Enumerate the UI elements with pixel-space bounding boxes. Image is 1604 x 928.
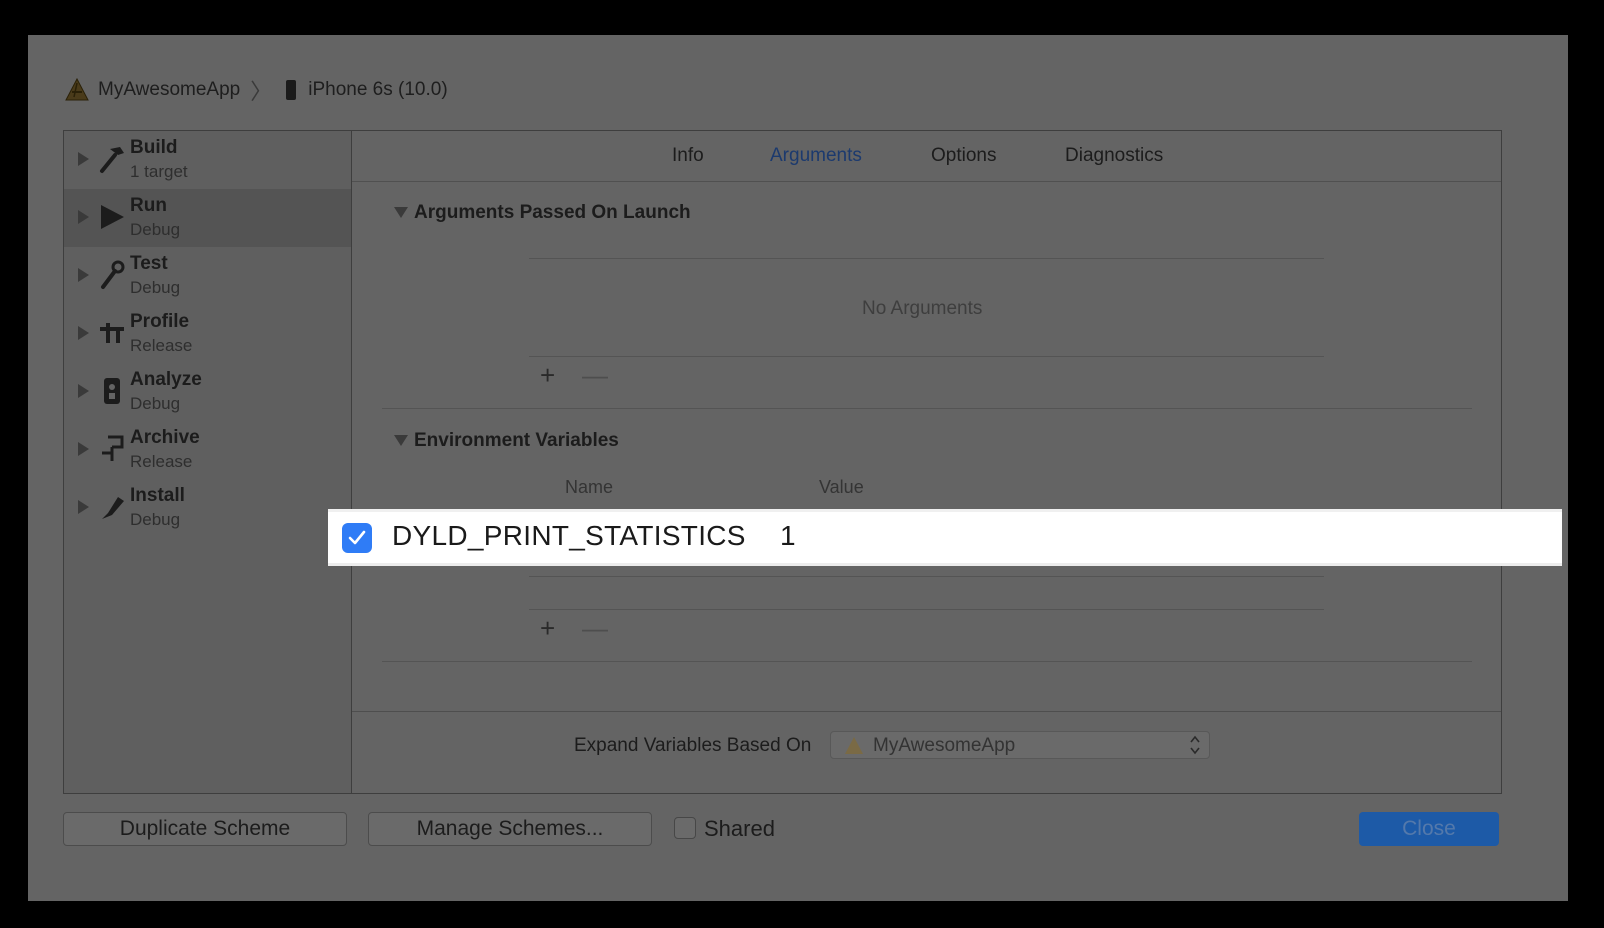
shared-label: Shared <box>704 816 775 841</box>
sidebar-item-sub: Debug <box>130 394 181 413</box>
divider <box>382 661 1472 662</box>
chevron-up-down-icon <box>1190 735 1200 755</box>
no-arguments-text: No Arguments <box>862 298 983 319</box>
device-name[interactable]: iPhone 6s (10.0) <box>308 79 447 101</box>
xcode-app-icon <box>65 77 89 101</box>
sidebar-item-analyze[interactable]: Analyze Debug <box>64 363 351 421</box>
environment-section-header[interactable]: Environment Variables <box>394 430 619 452</box>
section-title: Environment Variables <box>414 430 619 451</box>
sidebar-item-label: Profile <box>130 311 190 332</box>
wrench-icon <box>101 260 125 289</box>
sidebar-item-install[interactable]: Install Debug <box>64 479 351 537</box>
checkmark-icon <box>348 530 366 545</box>
sidebar-item-label: Test <box>130 253 168 274</box>
duplicate-scheme-button[interactable]: Duplicate Scheme <box>63 812 347 846</box>
analyze-icon <box>104 378 120 404</box>
remove-argument-button[interactable]: — <box>582 360 608 391</box>
sidebar-item-sub: Debug <box>130 278 181 297</box>
shared-checkbox[interactable] <box>674 817 696 839</box>
tab-diagnostics[interactable]: Diagnostics <box>1065 145 1163 167</box>
archive-icon <box>102 435 124 461</box>
disclosure-triangle-icon[interactable] <box>78 442 89 456</box>
divider <box>529 258 1324 259</box>
hammer-icon <box>100 147 124 173</box>
disclosure-triangle-icon[interactable] <box>394 435 408 446</box>
sidebar-item-sub: 1 target <box>130 162 188 181</box>
section-title: Arguments Passed On Launch <box>414 202 691 223</box>
sidebar-item-sub: Debug <box>130 220 181 239</box>
sidebar-item-test[interactable]: Test Debug <box>64 247 351 305</box>
sidebar-item-profile[interactable]: Profile Release <box>64 305 351 363</box>
tab-options[interactable]: Options <box>931 145 996 167</box>
sidebar-item-sub: Release <box>130 452 193 471</box>
sidebar-item-sub: Release <box>130 336 193 355</box>
sidebar-item-run[interactable]: Run Debug <box>64 189 351 247</box>
variable-name[interactable]: DYLD_PRINT_STATISTICS <box>392 520 746 552</box>
sidebar-item-sub: Debug <box>130 510 181 529</box>
sidebar-item-label: Build <box>130 137 178 158</box>
disclosure-triangle-icon[interactable] <box>78 500 89 514</box>
breadcrumb[interactable]: MyAwesomeApp 〉 iPhone 6s (10.0) <box>64 75 448 105</box>
divider <box>529 576 1324 577</box>
divider <box>529 609 1324 610</box>
disclosure-triangle-icon[interactable] <box>78 268 89 282</box>
close-button[interactable]: Close <box>1359 812 1499 846</box>
scheme-editor-window: MyAwesomeApp 〉 iPhone 6s (10.0) Build 1 … <box>28 35 1568 901</box>
disclosure-triangle-icon[interactable] <box>78 152 89 166</box>
sidebar-item-label: Run <box>130 195 167 216</box>
sidebar-item-label: Install <box>130 485 185 506</box>
column-header-name[interactable]: Name <box>565 477 613 498</box>
arguments-section-header[interactable]: Arguments Passed On Launch <box>394 202 691 224</box>
disclosure-triangle-icon[interactable] <box>78 210 89 224</box>
expand-variables-value: MyAwesomeApp <box>873 735 1016 756</box>
sidebar-item-label: Analyze <box>130 369 202 390</box>
xcode-app-icon <box>845 737 863 754</box>
manage-schemes-button[interactable]: Manage Schemes... <box>368 812 652 846</box>
environment-variable-row[interactable]: DYLD_PRINT_STATISTICS 1 <box>328 509 1562 566</box>
scheme-detail-panel: Info Arguments Options Diagnostics Argum… <box>351 130 1502 794</box>
breadcrumb-separator: 〉 <box>250 79 273 104</box>
expand-variables-label: Expand Variables Based On <box>574 735 812 756</box>
tab-bar: Info Arguments Options Diagnostics <box>352 131 1501 182</box>
add-argument-button[interactable]: + <box>540 360 555 391</box>
sidebar-item-build[interactable]: Build 1 target <box>64 131 351 189</box>
scheme-action-sidebar: Build 1 target Run Debug Test Debug Prof… <box>63 130 352 794</box>
iphone-icon <box>286 80 297 100</box>
divider <box>382 408 1472 409</box>
variable-enabled-checkbox[interactable] <box>342 523 372 553</box>
install-icon <box>102 497 124 519</box>
divider <box>529 356 1324 357</box>
disclosure-triangle-icon[interactable] <box>78 326 89 340</box>
column-header-value[interactable]: Value <box>819 477 864 498</box>
remove-variable-button[interactable]: — <box>582 613 608 644</box>
add-variable-button[interactable]: + <box>540 613 555 644</box>
tab-arguments[interactable]: Arguments <box>770 145 862 167</box>
sidebar-item-archive[interactable]: Archive Release <box>64 421 351 479</box>
play-icon <box>101 205 124 229</box>
expand-variables-select[interactable]: MyAwesomeApp <box>830 731 1210 759</box>
sidebar-item-label: Archive <box>130 427 200 448</box>
divider <box>352 711 1501 712</box>
tab-info[interactable]: Info <box>672 145 704 167</box>
disclosure-triangle-icon[interactable] <box>78 384 89 398</box>
variable-value[interactable]: 1 <box>780 520 796 552</box>
disclosure-triangle-icon[interactable] <box>394 207 408 218</box>
app-name[interactable]: MyAwesomeApp <box>98 79 240 101</box>
caliper-icon <box>100 323 124 343</box>
